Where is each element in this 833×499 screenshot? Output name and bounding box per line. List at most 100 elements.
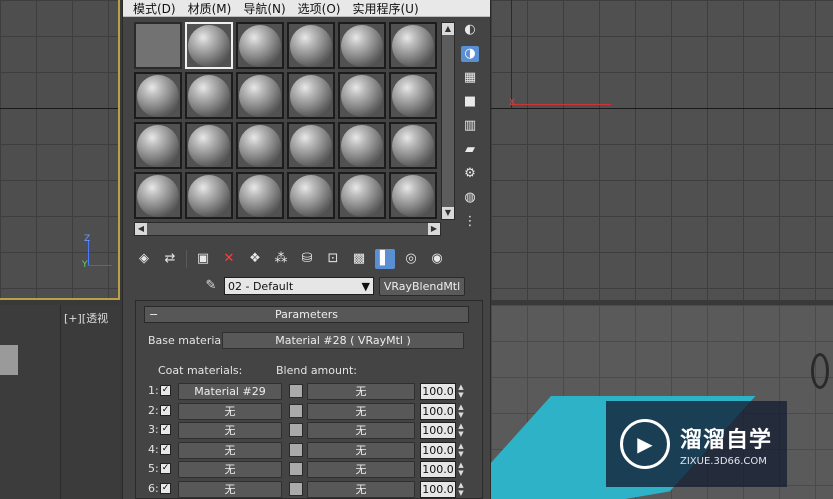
menu-navigation[interactable]: 导航(N) bbox=[243, 0, 285, 17]
coat-enable-checkbox[interactable]: ✓ bbox=[160, 482, 171, 494]
blend-amount-input[interactable]: 100.0 bbox=[420, 422, 456, 439]
coat-enable-checkbox[interactable]: ✓ bbox=[160, 463, 171, 474]
viewport-perspective[interactable] bbox=[60, 305, 120, 499]
viewport-top-right[interactable]: X bbox=[491, 0, 833, 300]
blend-color-swatch[interactable] bbox=[289, 384, 303, 398]
assign-to-selection-icon[interactable]: ▣ bbox=[193, 249, 213, 269]
coat-enable-checkbox[interactable]: ✓ bbox=[160, 443, 171, 455]
material-slot[interactable] bbox=[236, 172, 284, 219]
material-slot[interactable] bbox=[185, 122, 233, 169]
sample-type-icon[interactable]: ◐ bbox=[461, 22, 479, 38]
blend-color-swatch[interactable] bbox=[289, 462, 303, 476]
rollout-header[interactable]: − Parameters bbox=[144, 306, 469, 323]
make-preview-icon[interactable]: ▰ bbox=[461, 142, 479, 158]
material-slot[interactable] bbox=[389, 122, 437, 169]
video-color-check-icon[interactable]: ▥ bbox=[461, 118, 479, 134]
material-name-select[interactable]: 02 - Default ▼ bbox=[224, 277, 374, 295]
select-by-material-icon[interactable]: ◍ bbox=[461, 190, 479, 206]
blend-map-button[interactable]: 无 bbox=[307, 441, 415, 459]
blend-map-button[interactable]: 无 bbox=[307, 422, 415, 439]
material-slot[interactable] bbox=[338, 122, 386, 169]
material-id-channel-icon[interactable]: ⊡ bbox=[323, 249, 343, 269]
scroll-left-arrow-icon[interactable]: ◀ bbox=[135, 223, 147, 235]
blend-color-swatch[interactable] bbox=[289, 423, 303, 437]
eyedropper-icon[interactable]: ✎ bbox=[203, 278, 219, 294]
blend-map-button[interactable]: 无 bbox=[307, 461, 415, 478]
amount-spinner-icon[interactable]: ▲ ▼ bbox=[456, 422, 466, 439]
slot-vertical-scrollbar[interactable]: ▲ ▼ bbox=[441, 22, 455, 220]
get-material-icon[interactable]: ◈ bbox=[134, 249, 154, 269]
menu-utilities[interactable]: 实用程序(U) bbox=[352, 0, 418, 17]
show-map-in-viewport-icon[interactable]: ▩ bbox=[349, 249, 369, 269]
material-slot[interactable] bbox=[287, 122, 335, 169]
blend-color-swatch[interactable] bbox=[289, 403, 303, 418]
material-slot[interactable] bbox=[338, 172, 386, 219]
material-slot[interactable] bbox=[338, 72, 386, 119]
blend-amount-input[interactable]: 100.0 bbox=[420, 441, 456, 459]
collapse-icon[interactable]: − bbox=[149, 307, 158, 322]
amount-spinner-icon[interactable]: ▲ ▼ bbox=[456, 403, 466, 420]
background-checker-icon[interactable]: ▦ bbox=[461, 70, 479, 86]
blend-amount-input[interactable]: 100.0 bbox=[420, 383, 456, 400]
blend-amount-input[interactable]: 100.0 bbox=[420, 461, 456, 478]
slot-horizontal-scrollbar[interactable]: ◀ ▶ bbox=[134, 222, 441, 236]
go-to-parent-icon[interactable]: ◎ bbox=[401, 249, 421, 269]
material-slot[interactable] bbox=[236, 122, 284, 169]
blend-color-swatch[interactable] bbox=[289, 481, 303, 496]
viewport-top-left[interactable]: Z Y bbox=[0, 0, 120, 300]
put-to-library-icon[interactable]: ⛁ bbox=[297, 249, 317, 269]
scroll-down-arrow-icon[interactable]: ▼ bbox=[442, 207, 454, 219]
material-type-button[interactable]: VRayBlendMtl bbox=[379, 276, 465, 296]
options-icon[interactable]: ⚙ bbox=[461, 166, 479, 182]
material-slot[interactable] bbox=[389, 22, 437, 69]
show-end-result-icon[interactable]: ▌ bbox=[375, 249, 395, 269]
menu-material[interactable]: 材质(M) bbox=[188, 0, 232, 17]
viewport-label[interactable]: [+][透视 bbox=[64, 310, 108, 326]
scroll-right-arrow-icon[interactable]: ▶ bbox=[428, 223, 440, 235]
material-slot[interactable] bbox=[338, 22, 386, 69]
material-slot-active[interactable] bbox=[185, 22, 233, 69]
base-material-button[interactable]: Material #28 ( VRayMtl ) bbox=[222, 332, 464, 349]
blend-amount-input[interactable]: 100.0 bbox=[420, 480, 456, 498]
material-slot[interactable] bbox=[287, 72, 335, 119]
coat-material-button[interactable]: 无 bbox=[178, 422, 282, 439]
make-unique-icon[interactable]: ⁂ bbox=[271, 249, 291, 269]
coat-material-button[interactable]: 无 bbox=[178, 461, 282, 478]
coat-enable-checkbox[interactable]: ✓ bbox=[160, 424, 171, 435]
amount-spinner-icon[interactable]: ▲ ▼ bbox=[456, 442, 466, 459]
coat-material-button[interactable]: Material #29 bbox=[178, 383, 282, 400]
material-slot[interactable] bbox=[185, 72, 233, 119]
material-slot[interactable] bbox=[287, 172, 335, 219]
scroll-up-arrow-icon[interactable]: ▲ bbox=[442, 23, 454, 35]
material-slot[interactable] bbox=[185, 172, 233, 219]
material-slot[interactable] bbox=[236, 22, 284, 69]
material-slot[interactable] bbox=[236, 72, 284, 119]
menu-options[interactable]: 选项(O) bbox=[298, 0, 341, 17]
material-slot[interactable] bbox=[287, 22, 335, 69]
material-slot[interactable] bbox=[134, 122, 182, 169]
coat-material-button[interactable]: 无 bbox=[178, 402, 282, 420]
backlight-icon[interactable]: ◑ bbox=[461, 46, 479, 62]
blend-amount-input[interactable]: 100.0 bbox=[420, 402, 456, 420]
blend-map-button[interactable]: 无 bbox=[307, 480, 415, 498]
coat-material-button[interactable]: 无 bbox=[178, 441, 282, 459]
amount-spinner-icon[interactable]: ▲ ▼ bbox=[456, 383, 466, 400]
menu-modes[interactable]: 模式(D) bbox=[133, 0, 176, 17]
put-to-scene-icon[interactable]: ⇄ bbox=[160, 249, 180, 269]
amount-spinner-icon[interactable]: ▲ ▼ bbox=[456, 481, 466, 498]
go-forward-to-sibling-icon[interactable]: ◉ bbox=[427, 249, 447, 269]
material-slot[interactable] bbox=[134, 172, 182, 219]
material-slot[interactable] bbox=[134, 72, 182, 119]
copy-material-icon[interactable]: ❖ bbox=[245, 249, 265, 269]
coat-enable-checkbox[interactable]: ✓ bbox=[160, 404, 171, 416]
coat-material-button[interactable]: 无 bbox=[178, 480, 282, 498]
blend-color-swatch[interactable] bbox=[289, 442, 303, 457]
blend-map-button[interactable]: 无 bbox=[307, 383, 415, 400]
material-map-navigator-icon[interactable]: ⋮ bbox=[461, 214, 479, 230]
material-slot[interactable] bbox=[389, 172, 437, 219]
amount-spinner-icon[interactable]: ▲ ▼ bbox=[456, 461, 466, 478]
reset-map-icon[interactable]: ✕ bbox=[219, 249, 239, 269]
sample-uv-tiling-icon[interactable]: ■ bbox=[461, 94, 479, 110]
material-slot[interactable] bbox=[389, 72, 437, 119]
blend-map-button[interactable]: 无 bbox=[307, 402, 415, 420]
